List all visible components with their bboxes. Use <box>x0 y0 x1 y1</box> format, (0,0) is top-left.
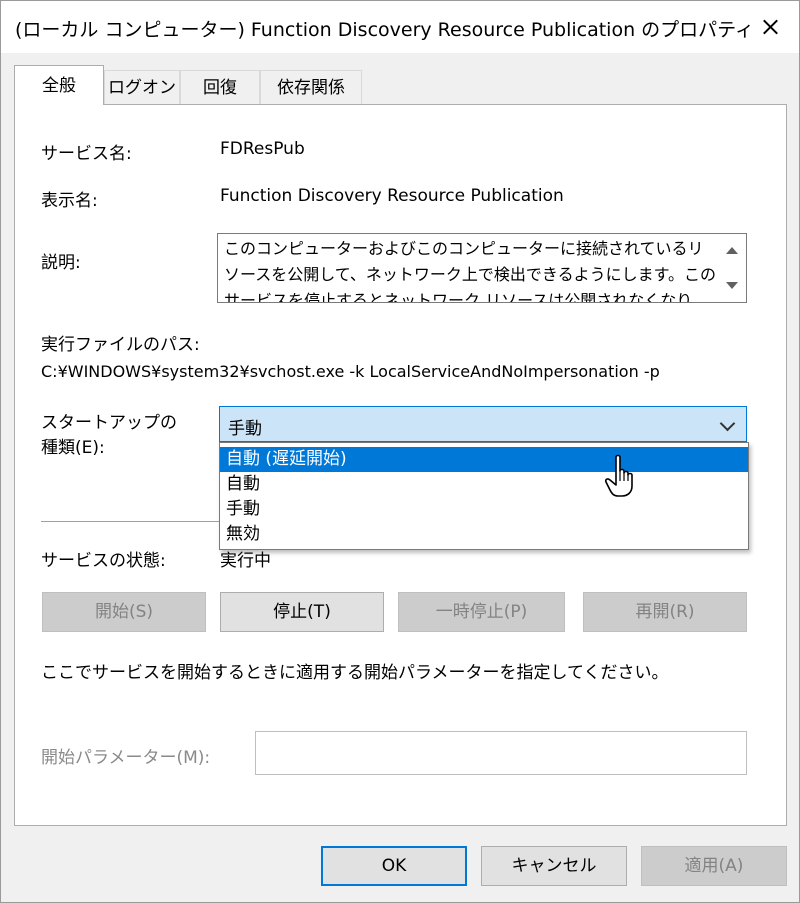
service-name-label: サービス名: <box>41 144 132 164</box>
startup-type-label: スタートアップの <box>41 413 177 433</box>
startup-type-dropdown: 自動 (遅延開始) 自動 手動 無効 <box>219 442 749 550</box>
param-hint: ここでサービスを開始するときに適用する開始パラメーターを指定してください。 <box>41 663 669 683</box>
option-manual[interactable]: 手動 <box>220 497 748 522</box>
cancel-button[interactable]: キャンセル <box>481 846 627 886</box>
start-button[interactable]: 開始(S) <box>42 592 206 632</box>
description-box[interactable]: このコンピューターおよびこのコンピューターに接続されているリソースを公開して、ネ… <box>217 233 747 303</box>
startup-type-select[interactable]: 手動 <box>219 406 747 442</box>
description-text: このコンピューターおよびこのコンピューターに接続されているリソースを公開して、ネ… <box>224 239 717 303</box>
title-bar[interactable]: (ローカル コンピューター) Function Discovery Resour… <box>1 1 799 53</box>
display-name-value: Function Discovery Resource Publication <box>220 186 564 206</box>
tab-logon[interactable]: ログオン <box>104 70 180 104</box>
tab-recovery[interactable]: 回復 <box>180 70 260 104</box>
tab-general[interactable]: 全般 <box>14 65 104 105</box>
param-label: 開始パラメーター(M): <box>41 748 211 768</box>
startup-type-label-2: 種類(E): <box>41 438 105 458</box>
properties-dialog: (ローカル コンピューター) Function Discovery Resour… <box>0 0 800 903</box>
chevron-down-icon <box>719 415 736 432</box>
tab-dependencies[interactable]: 依存関係 <box>260 70 362 104</box>
startup-type-selected: 手動 <box>228 419 262 439</box>
status-label: サービスの状態: <box>41 551 166 571</box>
hand-cursor-icon <box>605 454 633 497</box>
scroll-up-icon[interactable] <box>726 247 738 254</box>
option-auto[interactable]: 自動 <box>220 472 748 497</box>
service-name-value: FDResPub <box>220 139 305 159</box>
exe-path-label: 実行ファイルのパス: <box>41 335 200 355</box>
close-button[interactable] <box>741 1 799 53</box>
apply-button[interactable]: 適用(A) <box>641 846 787 886</box>
option-auto-delayed[interactable]: 自動 (遅延開始) <box>220 447 748 472</box>
ok-button[interactable]: OK <box>321 846 467 886</box>
resume-button[interactable]: 再開(R) <box>583 592 747 632</box>
pause-button[interactable]: 一時停止(P) <box>398 592 565 632</box>
exe-path-value: C:¥WINDOWS¥system32¥svchost.exe -k Local… <box>41 362 660 381</box>
start-param-input[interactable] <box>255 731 747 775</box>
option-disabled[interactable]: 無効 <box>220 522 748 547</box>
display-name-label: 表示名: <box>41 191 98 211</box>
stop-button[interactable]: 停止(T) <box>220 592 384 632</box>
window-title: (ローカル コンピューター) Function Discovery Resour… <box>15 19 755 41</box>
description-label: 説明: <box>41 253 81 273</box>
scroll-down-icon[interactable] <box>726 282 738 289</box>
